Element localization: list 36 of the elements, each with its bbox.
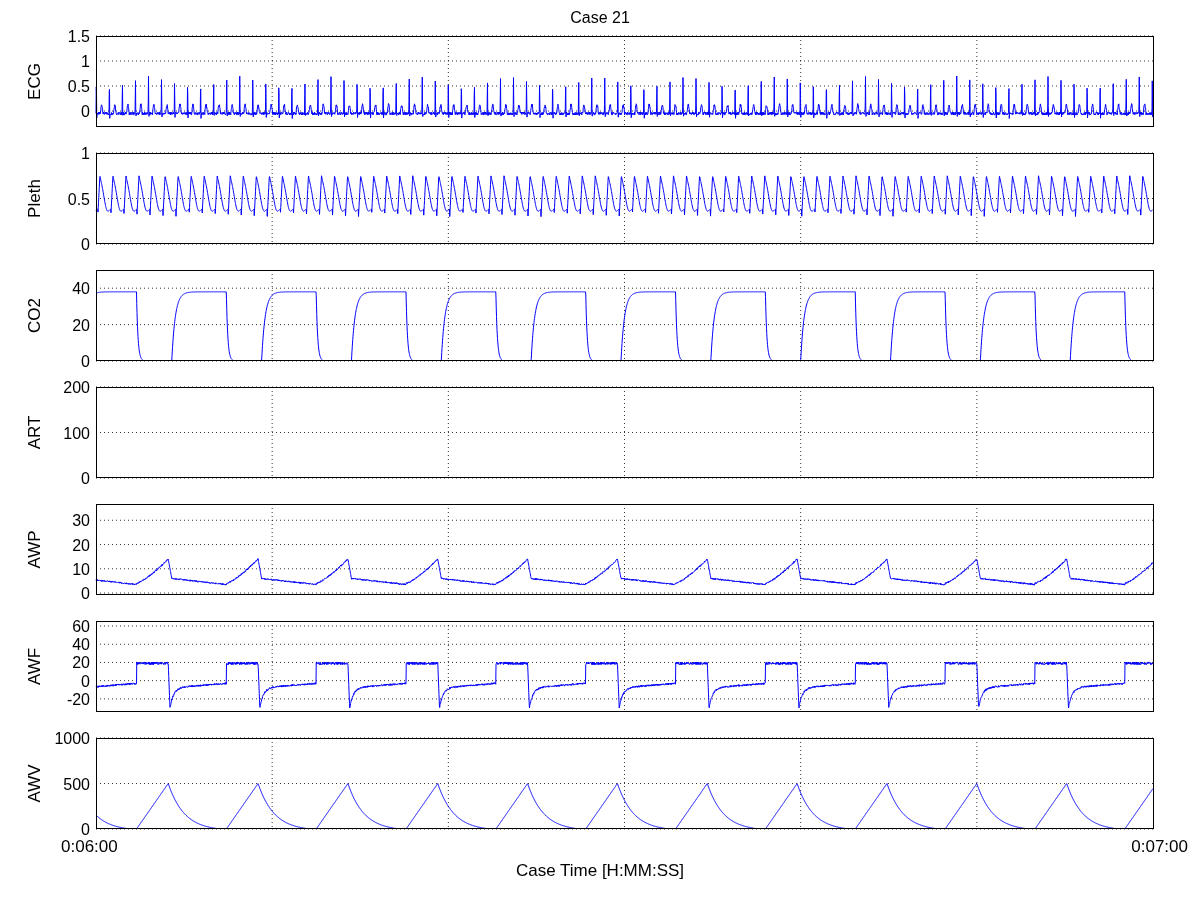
tick-label: -20 bbox=[66, 690, 90, 708]
axis-label: AWF bbox=[25, 647, 44, 686]
axis-label: ART bbox=[25, 415, 44, 450]
tick-label: 1 bbox=[81, 145, 90, 162]
axis-label: AWV bbox=[25, 764, 44, 803]
tick-label: 0 bbox=[81, 585, 90, 603]
axis-label: Case Time [H:MM:SS] bbox=[515, 861, 685, 881]
tick-label: 20 bbox=[72, 536, 90, 554]
tick-label: 0 bbox=[81, 103, 90, 120]
tick-label: 1.5 bbox=[67, 28, 90, 45]
tick-label: 20 bbox=[72, 316, 90, 334]
axis-label: AWP bbox=[25, 530, 44, 569]
tick-label: 0.5 bbox=[67, 78, 90, 95]
tick-label: 20 bbox=[72, 654, 90, 672]
tick-label: 40 bbox=[72, 636, 90, 654]
axis-label: Pleth bbox=[25, 179, 44, 218]
tick-label: 40 bbox=[72, 280, 90, 298]
tick-label: 0:06:00 bbox=[61, 837, 118, 857]
tick-label: 30 bbox=[72, 512, 90, 530]
tick-label: 1 bbox=[81, 53, 90, 70]
tick-label: 0:07:00 bbox=[1131, 837, 1188, 857]
tick-label: 0 bbox=[81, 353, 90, 370]
axis-label: ECG bbox=[25, 63, 44, 100]
axis-label: CO2 bbox=[25, 298, 44, 333]
chart-title: Case 21 bbox=[570, 9, 630, 27]
tick-label: 0 bbox=[81, 672, 90, 690]
tick-label: 0 bbox=[81, 821, 90, 838]
tick-label: 100 bbox=[63, 424, 90, 442]
tick-label: 0.5 bbox=[67, 190, 90, 208]
tick-label: 500 bbox=[63, 775, 90, 793]
tick-label: 200 bbox=[63, 379, 90, 396]
tick-label: 60 bbox=[72, 618, 90, 635]
tick-label: 1000 bbox=[54, 730, 90, 747]
tick-label: 10 bbox=[72, 560, 90, 578]
tick-label: 0 bbox=[81, 470, 90, 487]
tick-label: 0 bbox=[81, 236, 90, 253]
